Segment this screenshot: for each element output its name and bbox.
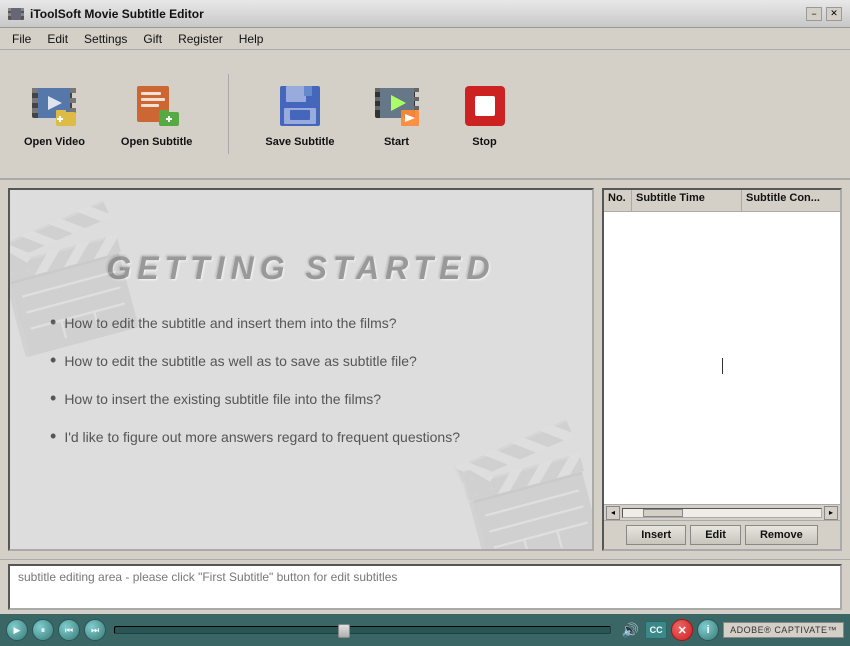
forward-button[interactable]: ⏭ <box>84 619 106 641</box>
start-label: Start <box>384 136 409 148</box>
subtitle-table-body[interactable] <box>604 212 840 504</box>
scroll-left-button[interactable]: ◂ <box>606 506 620 520</box>
list-item: • How to edit the subtitle as well as to… <box>50 353 460 369</box>
scroll-track[interactable] <box>622 508 822 518</box>
column-content: Subtitle Con... <box>742 190 840 211</box>
minimize-button[interactable]: − <box>806 7 822 21</box>
getting-started-title: GETTING STARTED <box>106 250 495 287</box>
remove-button[interactable]: Remove <box>745 525 818 545</box>
progress-track[interactable] <box>114 626 611 634</box>
save-subtitle-button[interactable]: Save Subtitle <box>257 76 342 152</box>
bullet-dot: • <box>50 313 56 331</box>
main-content: 🎬 🎬 GETTING STARTED • How to edit the su… <box>0 180 850 560</box>
open-subtitle-label: Open Subtitle <box>121 136 193 148</box>
menu-register[interactable]: Register <box>170 30 231 48</box>
stop-label: Stop <box>472 136 496 148</box>
bullet-text-3: How to insert the existing subtitle file… <box>64 391 381 407</box>
cursor-line <box>722 358 723 374</box>
app-icon <box>8 6 24 22</box>
toolbar: Open Video Open Subtitle <box>0 50 850 180</box>
toolbar-divider <box>228 74 229 154</box>
play-button[interactable]: ▶ <box>6 619 28 641</box>
close-player-button[interactable]: ✕ <box>671 619 693 641</box>
pause-button[interactable]: ⏸ <box>32 619 54 641</box>
column-no: No. <box>604 190 632 211</box>
menu-bar: File Edit Settings Gift Register Help <box>0 28 850 50</box>
window-title: iToolSoft Movie Subtitle Editor <box>30 7 204 21</box>
list-item: • How to edit the subtitle and insert th… <box>50 315 460 331</box>
preview-background: 🎬 🎬 GETTING STARTED • How to edit the su… <box>10 190 592 549</box>
scroll-thumb <box>643 509 683 517</box>
edit-button[interactable]: Edit <box>690 525 741 545</box>
title-bar: iToolSoft Movie Subtitle Editor − ✕ <box>0 0 850 28</box>
open-video-icon <box>28 80 80 132</box>
insert-button[interactable]: Insert <box>626 525 686 545</box>
menu-help[interactable]: Help <box>231 30 272 48</box>
window-controls: − ✕ <box>806 7 842 21</box>
open-subtitle-icon <box>131 80 183 132</box>
subtitle-table-header: No. Subtitle Time Subtitle Con... <box>604 190 840 212</box>
subtitle-panel: No. Subtitle Time Subtitle Con... ◂ ▸ In… <box>602 188 842 551</box>
bullet-list: • How to edit the subtitle and insert th… <box>40 315 460 445</box>
subtitle-scrollbar: ◂ ▸ <box>604 504 840 520</box>
save-subtitle-label: Save Subtitle <box>265 136 334 148</box>
start-button[interactable]: Start <box>363 76 431 152</box>
scroll-right-button[interactable]: ▸ <box>824 506 838 520</box>
menu-file[interactable]: File <box>4 30 39 48</box>
subtitle-edit-area[interactable]: subtitle editing area - please click "Fi… <box>8 564 842 610</box>
menu-settings[interactable]: Settings <box>76 30 135 48</box>
bullet-text-4: I'd like to figure out more answers rega… <box>64 429 460 445</box>
info-button[interactable]: i <box>697 619 719 641</box>
bullet-text-2: How to edit the subtitle as well as to s… <box>64 353 417 369</box>
column-time: Subtitle Time <box>632 190 742 211</box>
menu-edit[interactable]: Edit <box>39 30 76 48</box>
player-bar: ▶ ⏸ ⏮ ⏭ 🔊 CC ✕ i ADOBE® CAPTIVATE™ <box>0 614 850 646</box>
subtitle-edit-placeholder: subtitle editing area - please click "Fi… <box>18 570 397 584</box>
cc-button[interactable]: CC <box>645 621 667 639</box>
stop-icon <box>459 80 511 132</box>
preview-panel: 🎬 🎬 GETTING STARTED • How to edit the su… <box>8 188 594 551</box>
list-item: • How to insert the existing subtitle fi… <box>50 391 460 407</box>
bullet-dot: • <box>50 389 56 407</box>
bullet-text-1: How to edit the subtitle and insert them… <box>64 315 396 331</box>
progress-thumb <box>338 624 350 638</box>
rewind-button[interactable]: ⏮ <box>58 619 80 641</box>
stop-button[interactable]: Stop <box>451 76 519 152</box>
open-video-button[interactable]: Open Video <box>16 76 93 152</box>
save-subtitle-icon <box>274 80 326 132</box>
volume-button[interactable]: 🔊 <box>619 619 641 641</box>
start-icon <box>371 80 423 132</box>
close-button[interactable]: ✕ <box>826 7 842 21</box>
list-item: • I'd like to figure out more answers re… <box>50 429 460 445</box>
watermark-2: 🎬 <box>437 412 594 551</box>
bullet-dot: • <box>50 427 56 445</box>
bullet-dot: • <box>50 351 56 369</box>
captivate-badge: ADOBE® CAPTIVATE™ <box>723 622 844 638</box>
open-subtitle-button[interactable]: Open Subtitle <box>113 76 201 152</box>
open-video-label: Open Video <box>24 136 85 148</box>
menu-gift[interactable]: Gift <box>135 30 170 48</box>
subtitle-actions: Insert Edit Remove <box>604 520 840 549</box>
